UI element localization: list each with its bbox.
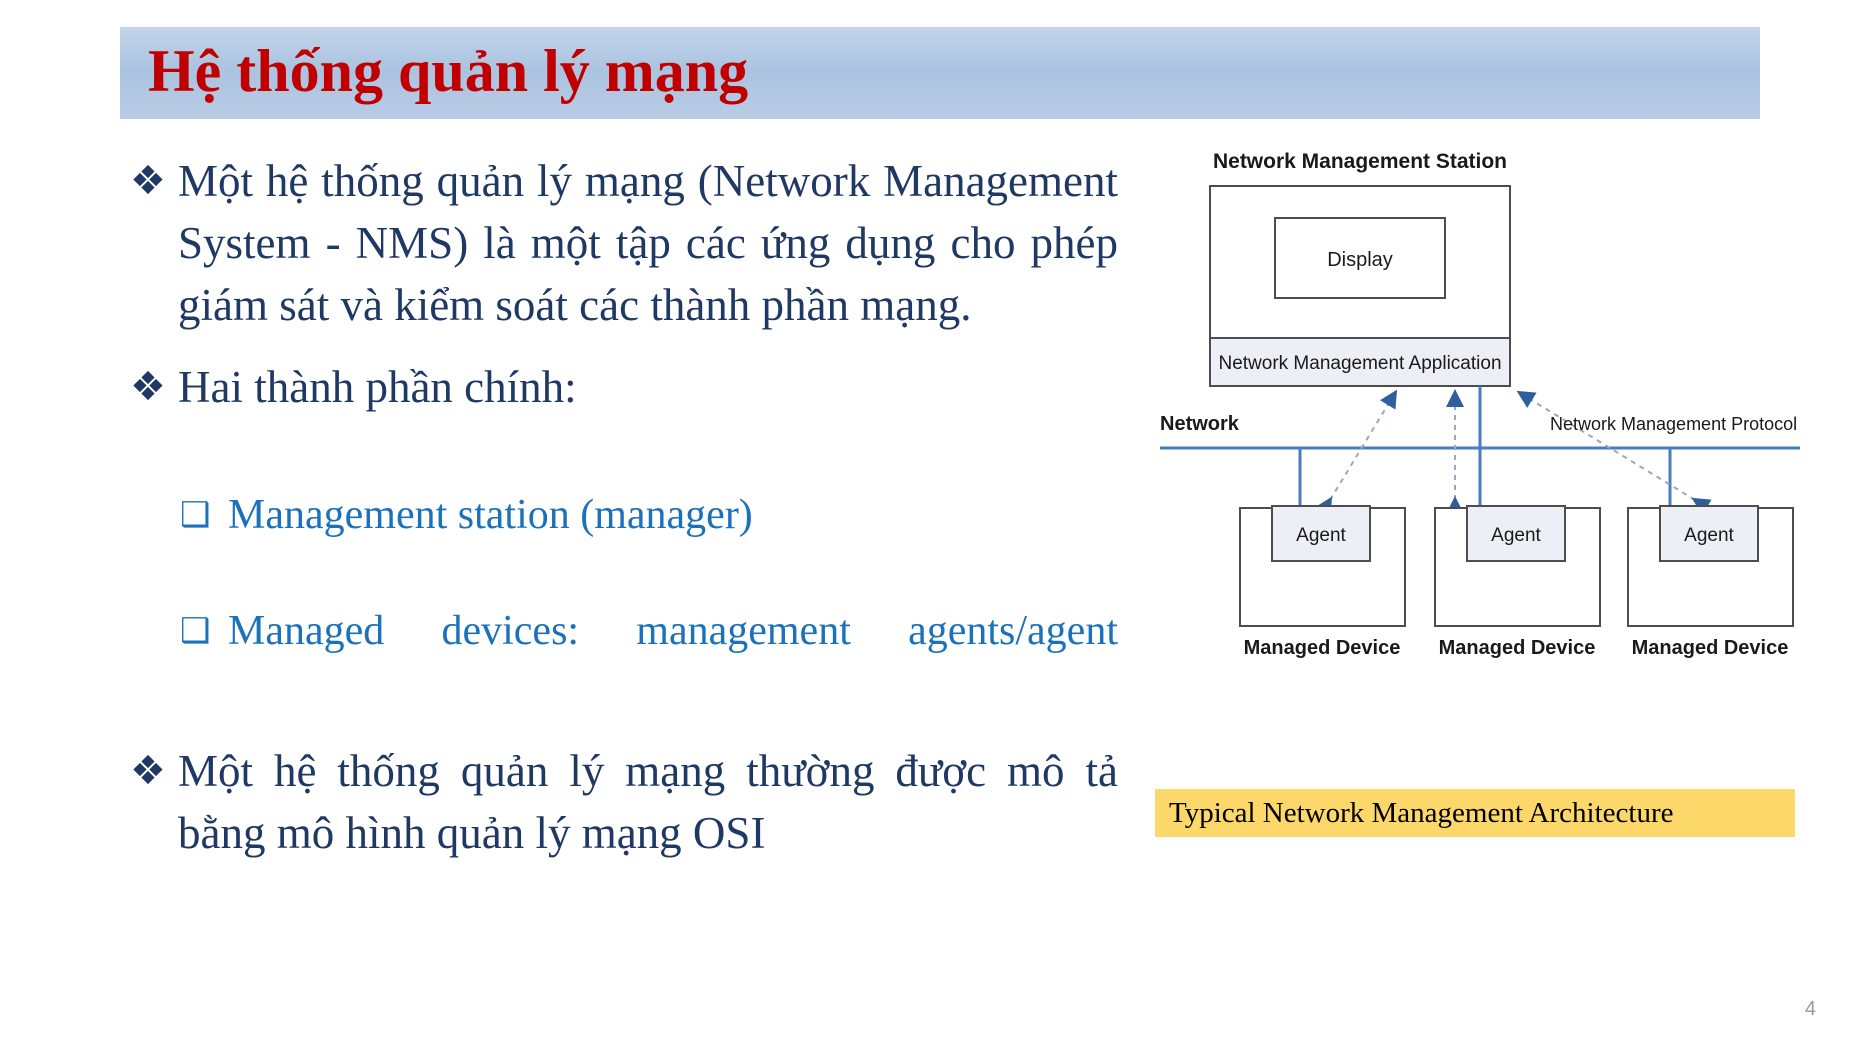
sub-bullet-item-1: ❑ Management station (manager)	[180, 486, 1118, 602]
bullet-item-3: ❖ Một hệ thống quản lý mạng thường được …	[118, 740, 1118, 864]
bullet-item-2-text: Hai thành phần chính:	[178, 362, 577, 412]
agent-label-2: Agent	[1491, 525, 1541, 546]
nms-title-label: Network Management Station	[1213, 150, 1507, 173]
application-label: Network Management Application	[1218, 353, 1501, 374]
managed-device-label-3: Managed Device	[1632, 637, 1789, 659]
bullet-item-1: ❖ Một hệ thống quản lý mạng (Network Man…	[118, 150, 1118, 336]
bullet-item-2: ❖ Hai thành phần chính:	[118, 356, 1118, 480]
sub-bullet-item-2: ❑ Managed devices: management agents/age…	[180, 602, 1118, 718]
diagram-caption: Typical Network Management Architecture	[1155, 789, 1795, 837]
managed-device-label-2: Managed Device	[1439, 637, 1596, 659]
display-label: Display	[1327, 249, 1393, 271]
diamond-bullet-icon: ❖	[130, 364, 166, 410]
network-label: Network	[1160, 413, 1240, 435]
agent-label-3: Agent	[1684, 525, 1734, 546]
page-title: Hệ thống quản lý mạng	[148, 38, 749, 105]
bullet-item-1-text: Một hệ thống quản lý mạng (Network Manag…	[178, 156, 1118, 330]
bullet-item-3-text: Một hệ thống quản lý mạng thường được mô…	[178, 746, 1118, 858]
sub-bullet-item-1-text: Management station (manager)	[228, 492, 753, 538]
network-management-architecture-diagram: Network Management Station Display Netwo…	[1150, 138, 1810, 668]
page-number: 4	[1804, 998, 1816, 1020]
square-bullet-icon: ❑	[180, 495, 211, 535]
sub-bullet-item-2-text: Managed devices: management agents/agent	[228, 608, 1118, 654]
agent-label-1: Agent	[1296, 525, 1346, 546]
protocol-label: Network Management Protocol	[1550, 414, 1797, 434]
diamond-bullet-icon: ❖	[130, 158, 166, 204]
title-banner: Hệ thống quản lý mạng	[120, 27, 1760, 119]
content-column: ❖ Một hệ thống quản lý mạng (Network Man…	[118, 150, 1118, 870]
square-bullet-icon: ❑	[180, 611, 211, 651]
diagram-caption-text: Typical Network Management Architecture	[1169, 796, 1674, 829]
managed-device-label-1: Managed Device	[1244, 637, 1401, 659]
diamond-bullet-icon: ❖	[130, 748, 166, 794]
